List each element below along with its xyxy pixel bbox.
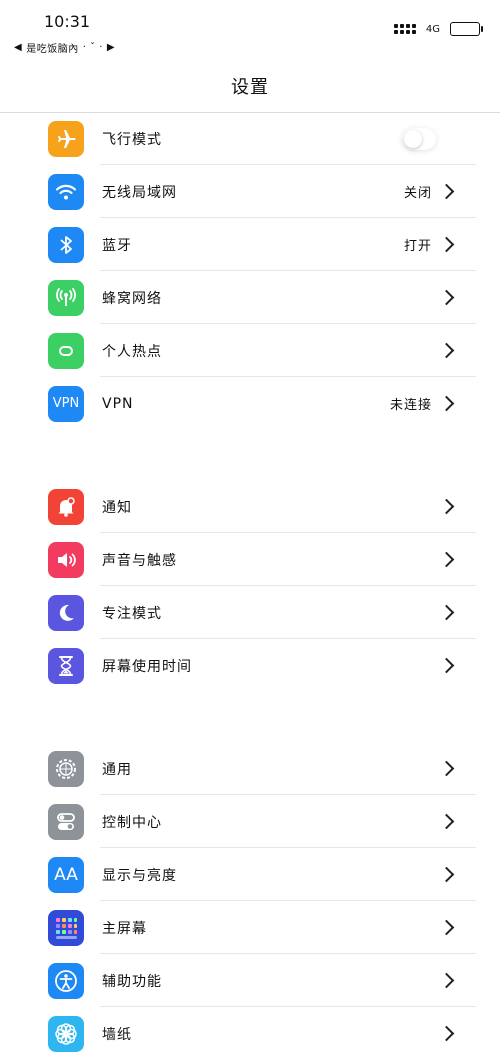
settings-row-label: VPN — [102, 395, 134, 412]
settings-row-label: 无线局域网 — [102, 184, 177, 201]
settings-group: 通用控制中心 AA 显示与亮度主屏幕辅助功能墙纸 — [0, 742, 500, 1060]
network-type: 4G — [425, 23, 440, 35]
chevron-right-icon — [438, 760, 455, 777]
airplane-icon — [48, 120, 84, 157]
page-title: 设置 — [231, 77, 269, 98]
back-arrow-icon: ◀ — [14, 42, 23, 53]
forward-arrow-icon: ▶ — [106, 42, 116, 53]
settings-row-value: 关闭 — [403, 186, 432, 201]
home-screen-icon — [48, 909, 84, 946]
settings-row[interactable]: 墙纸 — [0, 1007, 500, 1060]
settings-group: 飞行模式无线局域网 关闭蓝牙 打开蜂窝网络个人热点 VPN VPN 未连接 — [0, 112, 500, 430]
gear-icon — [48, 750, 84, 787]
settings-row-label: 飞行模式 — [102, 131, 162, 148]
settings-row-label: 专注模式 — [102, 605, 162, 622]
wifi-icon — [48, 173, 84, 210]
status-indicators: 4G — [393, 22, 483, 36]
icon-text: AA — [54, 864, 78, 885]
moon-icon — [48, 594, 84, 631]
wallpaper-icon — [48, 1015, 84, 1052]
chevron-right-icon — [438, 1025, 455, 1042]
cellular-icon — [48, 279, 84, 316]
chevron-right-icon — [438, 289, 455, 306]
battery-icon — [450, 22, 483, 36]
settings-row[interactable]: 蓝牙 打开 — [0, 218, 500, 271]
chevron-right-icon — [438, 498, 455, 515]
settings-row-label: 声音与触感 — [102, 552, 177, 569]
back-app-label: 是吃饭脑內 — [26, 44, 79, 55]
bluetooth-icon — [48, 226, 84, 263]
settings-row-label: 控制中心 — [102, 814, 162, 831]
vpn-icon: VPN — [48, 385, 84, 422]
settings-row[interactable]: 控制中心 — [0, 795, 500, 848]
settings-row-label: 显示与亮度 — [102, 867, 177, 884]
settings-row[interactable]: 蜂窝网络 — [0, 271, 500, 324]
media-dots-icon: · ˇ · — [82, 42, 103, 53]
switches-icon — [48, 803, 84, 840]
status-time: 10:31 — [44, 12, 91, 31]
speaker-icon — [48, 541, 84, 578]
signal-icon — [393, 24, 416, 34]
settings-row-value: 未连接 — [389, 398, 432, 413]
settings-group: 通知声音与触感专注模式屏幕使用时间 — [0, 480, 500, 692]
settings-list: 飞行模式无线局域网 关闭蓝牙 打开蜂窝网络个人热点 VPN VPN 未连接通知声音与触感专… — [0, 112, 500, 1060]
chevron-right-icon — [438, 551, 455, 568]
settings-row[interactable]: 辅助功能 — [0, 954, 500, 1007]
settings-row[interactable]: 屏幕使用时间 — [0, 639, 500, 692]
chevron-right-icon — [438, 972, 455, 989]
settings-row[interactable]: VPN VPN 未连接 — [0, 377, 500, 430]
settings-row-label: 通知 — [102, 499, 132, 516]
settings-row[interactable]: 主屏幕 — [0, 901, 500, 954]
settings-row-label: 辅助功能 — [102, 973, 162, 990]
chevron-right-icon — [438, 236, 455, 253]
navigation-bar: 设置 — [0, 60, 500, 113]
back-to-app[interactable]: ◀ 是吃饭脑內 · ˇ · ▶ — [14, 40, 115, 55]
hourglass-icon — [48, 647, 84, 684]
settings-row[interactable]: 通用 — [0, 742, 500, 795]
settings-row[interactable]: AA 显示与亮度 — [0, 848, 500, 901]
settings-row[interactable]: 专注模式 — [0, 586, 500, 639]
settings-row-label: 屏幕使用时间 — [102, 658, 192, 675]
settings-row-label: 主屏幕 — [102, 920, 147, 937]
settings-row-label: 蓝牙 — [102, 237, 132, 254]
chevron-right-icon — [438, 657, 455, 674]
chevron-right-icon — [438, 604, 455, 621]
text-size-icon: AA — [48, 856, 84, 893]
settings-row-value: 打开 — [403, 239, 432, 254]
chevron-right-icon — [438, 919, 455, 936]
airplane-mode-toggle[interactable] — [402, 127, 436, 150]
chevron-right-icon — [438, 395, 455, 412]
settings-row[interactable]: 声音与触感 — [0, 533, 500, 586]
notification-icon — [48, 488, 84, 525]
settings-row-label: 墙纸 — [102, 1026, 132, 1043]
chevron-right-icon — [438, 866, 455, 883]
chevron-right-icon — [438, 813, 455, 830]
settings-row-label: 蜂窝网络 — [102, 290, 162, 307]
status-bar: 10:31 ◀ 是吃饭脑內 · ˇ · ▶ 4G — [0, 0, 500, 60]
settings-row[interactable]: 飞行模式 — [0, 112, 500, 165]
hotspot-icon — [48, 332, 84, 369]
icon-text: VPN — [52, 396, 80, 411]
accessibility-icon — [48, 962, 84, 999]
chevron-right-icon — [438, 183, 455, 200]
chevron-right-icon — [438, 342, 455, 359]
settings-row[interactable]: 通知 — [0, 480, 500, 533]
settings-row-label: 通用 — [102, 761, 132, 778]
settings-row[interactable]: 个人热点 — [0, 324, 500, 377]
settings-row[interactable]: 无线局域网 关闭 — [0, 165, 500, 218]
settings-row-label: 个人热点 — [102, 343, 162, 360]
